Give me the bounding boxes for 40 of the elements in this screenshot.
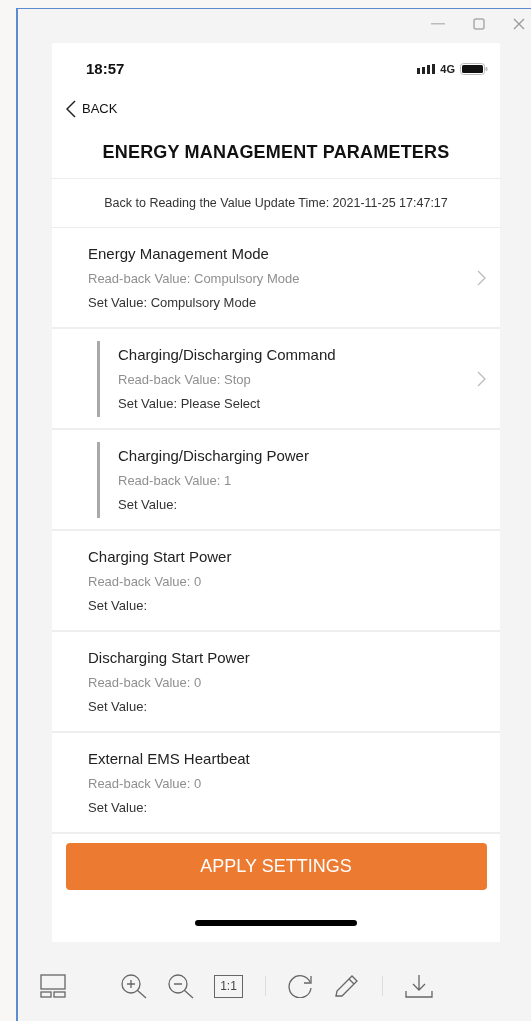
back-button[interactable]: BACK <box>66 98 118 120</box>
rotate-icon[interactable] <box>288 974 314 998</box>
parameter-row[interactable]: Charging/Discharging Command Read-back Value: Stop Set Value: Please Select <box>52 329 500 430</box>
parameter-name: Charging Start Power <box>88 546 233 567</box>
parameter-name: Energy Management Mode <box>88 243 270 264</box>
parameter-name: Charging/Discharging Command <box>118 344 337 365</box>
page-title: ENERGY MANAGEMENT PARAMETERS <box>101 141 451 164</box>
set-value: Set Value: Compulsory Mode <box>88 293 258 312</box>
set-value: Set Value: Please Select <box>118 394 262 413</box>
zoom-out-icon[interactable] <box>167 973 195 999</box>
parameter-row[interactable]: Charging/Discharging Power Read-back Value: 1 Set Value: <box>52 430 500 531</box>
parameter-name: Charging/Discharging Power <box>118 445 310 466</box>
actual-size-button[interactable]: 1:1 <box>214 974 243 998</box>
readback-value: Read-back Value: Stop <box>118 371 252 390</box>
parameter-name: Discharging Start Power <box>88 647 251 668</box>
set-value: Set Value: <box>118 495 179 514</box>
thumbnails-icon[interactable] <box>40 974 66 998</box>
battery-icon <box>460 63 488 75</box>
readback-value: Read-back Value: 1 <box>118 472 233 491</box>
pencil-icon[interactable] <box>334 974 360 998</box>
parameter-name: External EMS Heartbeat <box>88 748 251 769</box>
readback-value: Read-back Value: 0 <box>88 775 203 794</box>
set-value: Set Value: <box>88 596 149 615</box>
chevron-left-icon <box>66 100 76 118</box>
parameter-row[interactable]: Charging Start Power Read-back Value: 0 Set Value: <box>52 531 500 632</box>
readback-value: Read-back Value: Compulsory Mode <box>88 270 301 289</box>
parameter-row[interactable]: External EMS Heartbeat Read-back Value: 0 Set Value: <box>52 733 500 834</box>
network-label: 4G <box>440 61 455 77</box>
status-time: 18:57 <box>86 58 125 79</box>
signal-icon <box>417 64 436 74</box>
set-value: Set Value: <box>88 697 149 716</box>
parameter-row[interactable]: Energy Management Mode Read-back Value: Compulsory Mode Set Value: Compulsory Mode <box>52 228 500 329</box>
update-time-text: Back to Reading the Value Update Time: 2021-11-25 17:47:17 <box>103 195 449 211</box>
zoom-in-icon[interactable] <box>120 973 148 999</box>
readback-value: Read-back Value: 0 <box>88 573 203 592</box>
parameter-row[interactable]: Discharging Start Power Read-back Value: 0 Set Value: <box>52 632 500 733</box>
set-value: Set Value: <box>88 798 149 817</box>
download-icon[interactable] <box>405 974 433 998</box>
close-icon[interactable] <box>513 18 525 30</box>
readback-value: Read-back Value: 0 <box>88 674 203 693</box>
